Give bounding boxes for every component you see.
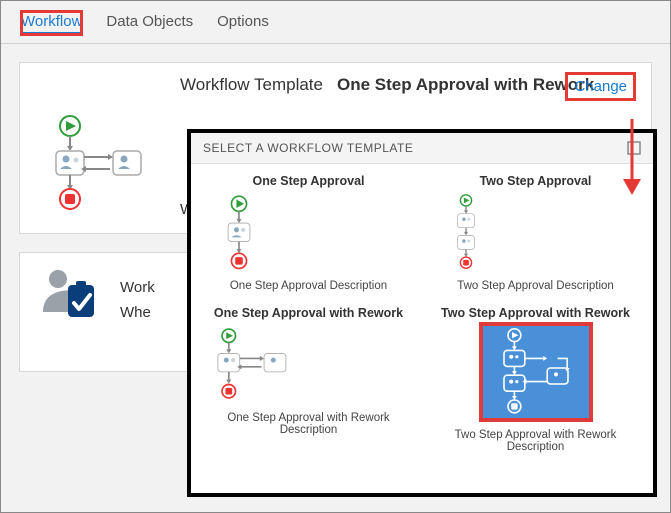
template-grid: One Step Approval One Step Approval Desc… — [191, 164, 653, 467]
template-desc: Two Step Approval Description — [426, 280, 645, 294]
template-title: One Step Approval with Rework — [199, 306, 418, 320]
popup-header: SELECT A WORKFLOW TEMPLATE — [191, 133, 653, 164]
template-value: One Step Approval with Rework — [337, 75, 594, 95]
tab-data-objects[interactable]: Data Objects — [106, 11, 193, 35]
workflow-thumb-icon — [199, 192, 279, 276]
workflow-label: Work — [120, 279, 155, 296]
template-two-step-rework[interactable]: Two Step Approval with Rework — [422, 302, 649, 457]
window-icon[interactable] — [627, 141, 641, 155]
when-label: Whe — [120, 304, 155, 321]
template-label: Workflow Template — [180, 75, 323, 95]
workflow-diagram-icon — [50, 111, 150, 211]
template-title: Two Step Approval — [426, 174, 645, 188]
template-one-step[interactable]: One Step Approval One Step Approval Desc… — [195, 170, 422, 298]
workflow-thumb-icon — [481, 324, 591, 420]
template-desc: One Step Approval with Rework Descriptio… — [199, 412, 418, 436]
template-title: One Step Approval — [199, 174, 418, 188]
workflow-thumb-icon — [199, 324, 309, 408]
workflow-thumb-icon — [426, 192, 506, 276]
change-template-button[interactable]: Change — [570, 77, 631, 96]
tab-workflow[interactable]: Workflow — [21, 11, 82, 35]
template-title: Two Step Approval with Rework — [426, 306, 645, 320]
template-header: Workflow Template One Step Approval with… — [180, 75, 631, 95]
template-one-step-rework[interactable]: One Step Approval with Rework One Step A… — [195, 302, 422, 457]
template-desc: Two Step Approval with Rework Descriptio… — [426, 429, 645, 453]
select-template-popup: SELECT A WORKFLOW TEMPLATE One Step Appr… — [187, 129, 657, 497]
template-two-step[interactable]: Two Step Approval Two Step Approval Desc… — [422, 170, 649, 298]
person-clipboard-icon — [40, 267, 100, 322]
template-desc: One Step Approval Description — [199, 280, 418, 294]
tab-row: Workflow Data Objects Options — [1, 1, 670, 44]
tab-options[interactable]: Options — [217, 11, 269, 35]
popup-title: SELECT A WORKFLOW TEMPLATE — [203, 141, 413, 155]
